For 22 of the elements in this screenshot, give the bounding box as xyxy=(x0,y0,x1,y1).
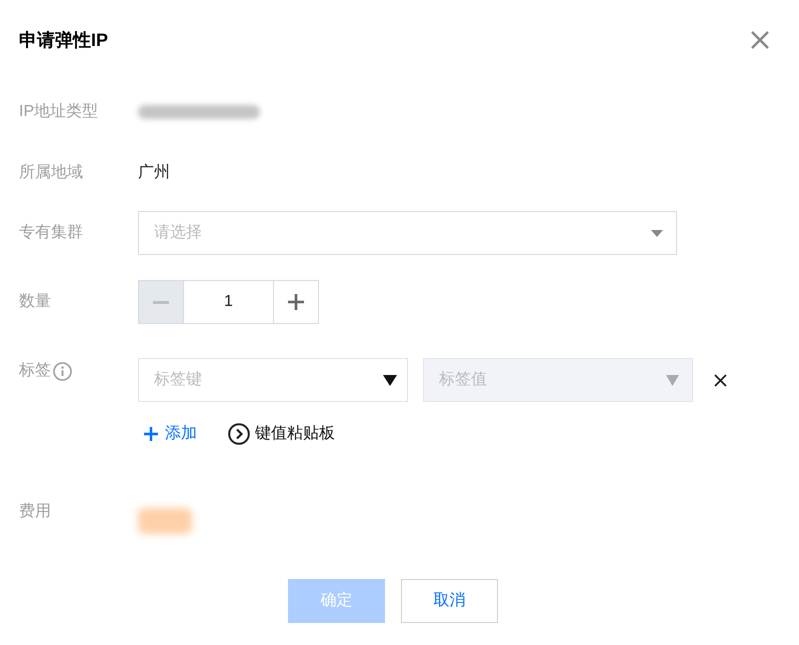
info-icon[interactable] xyxy=(53,362,72,380)
plus-icon xyxy=(288,294,304,310)
field-label: 数量 xyxy=(19,292,52,312)
field-label: 所属地域 xyxy=(19,162,84,183)
field-value: 广州 xyxy=(138,162,170,183)
dialog-title: 申请弹性IP xyxy=(19,29,108,52)
cancel-button[interactable]: 取消 xyxy=(401,579,498,623)
field-label: 标签 xyxy=(19,361,51,381)
minus-icon xyxy=(153,300,169,304)
field-label: 专有集群 xyxy=(19,222,84,243)
field-label: 费用 xyxy=(19,502,52,522)
remove-icon[interactable] xyxy=(714,374,727,386)
plus-icon xyxy=(144,427,158,441)
close-icon[interactable] xyxy=(751,31,769,49)
paste-board-link[interactable]: 键值粘贴板 xyxy=(228,422,335,446)
caret-icon xyxy=(666,374,679,386)
chevron-circle-icon xyxy=(228,423,250,445)
caret-icon xyxy=(651,230,663,236)
quantity-stepper[interactable]: 1 xyxy=(138,280,319,324)
add-tag-link[interactable]: 添加 xyxy=(144,422,197,446)
caret-icon xyxy=(383,374,397,386)
field-label: IP地址类型 xyxy=(19,102,100,122)
